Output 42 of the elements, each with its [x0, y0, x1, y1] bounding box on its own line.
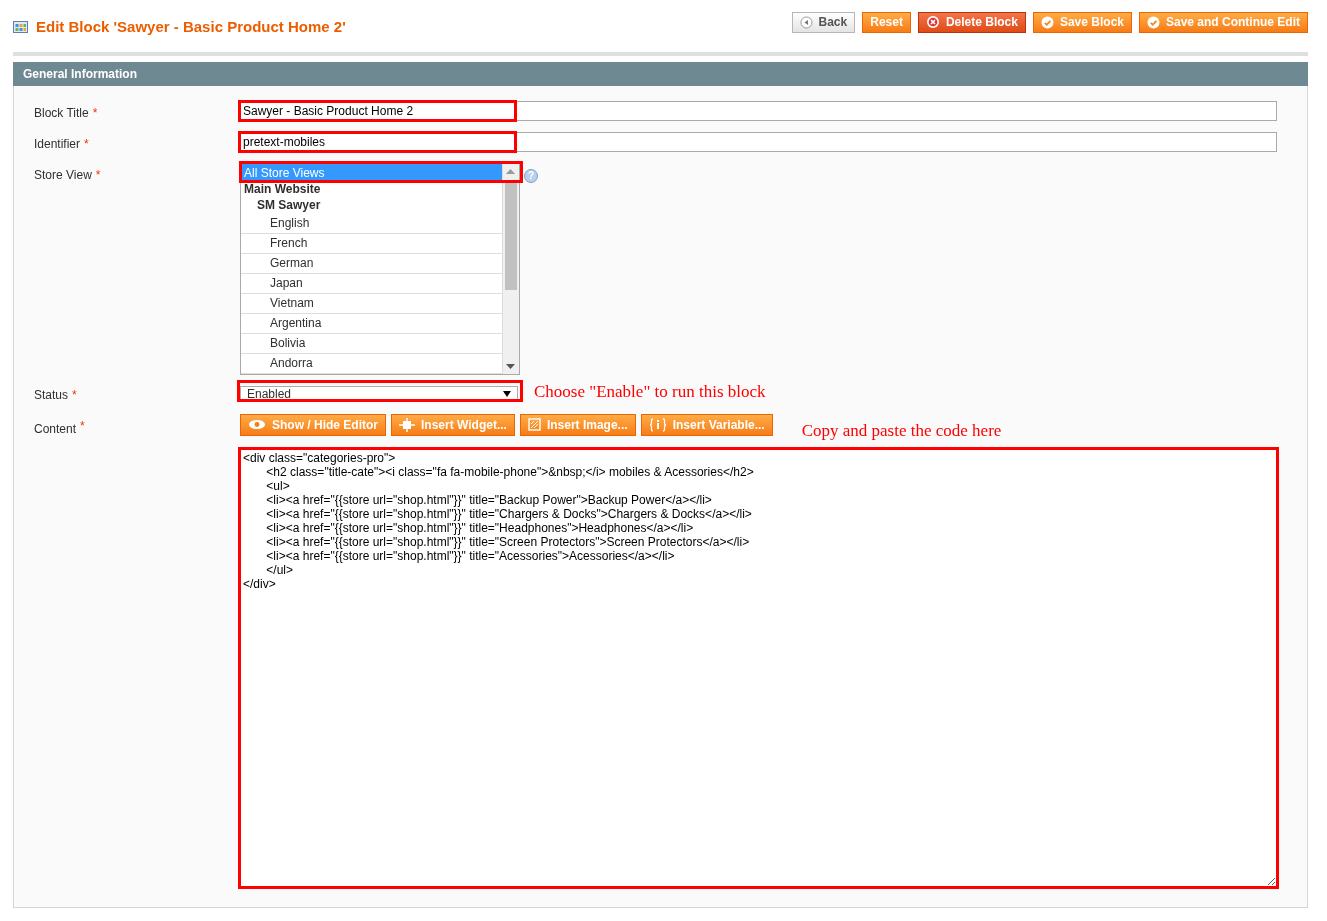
braces-icon	[648, 417, 667, 432]
annotation-note: Copy and paste the code here	[801, 419, 1002, 442]
eye-icon	[248, 419, 266, 430]
help-icon: ?	[524, 169, 538, 183]
listbox-option[interactable]: Andorra	[241, 354, 502, 374]
widget-icon	[399, 417, 415, 432]
required-asterisk: *	[84, 136, 89, 153]
option-group-label[interactable]: SM Sawyer	[241, 198, 502, 214]
field-label: Status	[34, 387, 69, 404]
grid-icon	[13, 21, 28, 34]
listbox-option[interactable]: Japan	[241, 274, 502, 294]
field-label: Store View	[34, 167, 92, 184]
field-label: Content	[34, 420, 77, 438]
listbox-option[interactable]: French	[241, 234, 502, 254]
listbox-option[interactable]: English	[241, 214, 502, 234]
field-label: Block Title	[34, 105, 89, 122]
annotation-note: Choose "Enable" to run this block	[534, 381, 766, 403]
close-circle-icon	[925, 15, 940, 29]
scroll-up-icon	[506, 169, 515, 174]
required-asterisk: *	[72, 387, 77, 404]
required-asterisk: *	[95, 167, 101, 184]
text-input[interactable]: Sawyer - Basic Product Home 2	[240, 101, 1277, 121]
required-asterisk: *	[80, 417, 85, 435]
code-textarea[interactable]: <div class="categories-pro"> <h2 class="title-cate"><i class="fa fa-mobile-phone">&nbsp;</i> mobiles & Acessories</h2> <ul> <li><a href="{{store url="shop.html"}}" title="Backup Power">Backup Power</a></li> <li><a href="{{store url="shop.html"}}" title="Chargers & Docks">Chargers & Docks</a></li> <li><a href="{{store url="shop.html"}}" title="Headphones">Headphones</a></li> <li><a href="{{store url="shop.html"}}" title="Screen Protectors">Screen Protectors</a></li> <li><a href="{{store url="shop.html"}}" title="Acessories">Acessories</a></li> </ul> </div>	[240, 449, 1277, 887]
listbox-option[interactable]: German	[241, 254, 502, 274]
listbox-option[interactable]: Vietnam	[241, 294, 502, 314]
image-icon	[527, 418, 541, 431]
required-asterisk: *	[92, 105, 98, 122]
section-header: General Information	[13, 62, 1308, 86]
back-button[interactable]: Back	[791, 12, 856, 33]
text-input[interactable]: pretext-mobiles	[240, 132, 1277, 152]
scrollbar-thumb[interactable]	[505, 180, 517, 290]
field-label: Identifier	[34, 136, 81, 153]
listbox-option[interactable]: Bolivia	[241, 334, 502, 354]
dropdown-caret-icon	[503, 390, 511, 397]
page-title: Edit Block 'Sawyer - Basic Product Home 2'	[36, 17, 346, 37]
checkmark-icon	[1040, 15, 1054, 29]
listbox-option[interactable]: Argentina	[241, 314, 502, 334]
checkmark-icon	[1147, 15, 1160, 29]
scroll-down-icon	[506, 364, 515, 369]
store-view-listbox[interactable]: All Store Views Main Website SM Sawyer English French German Japan Vietnam Argentina Bolivia Andorra	[240, 163, 520, 375]
option-group-label[interactable]: Main Website	[241, 182, 502, 198]
